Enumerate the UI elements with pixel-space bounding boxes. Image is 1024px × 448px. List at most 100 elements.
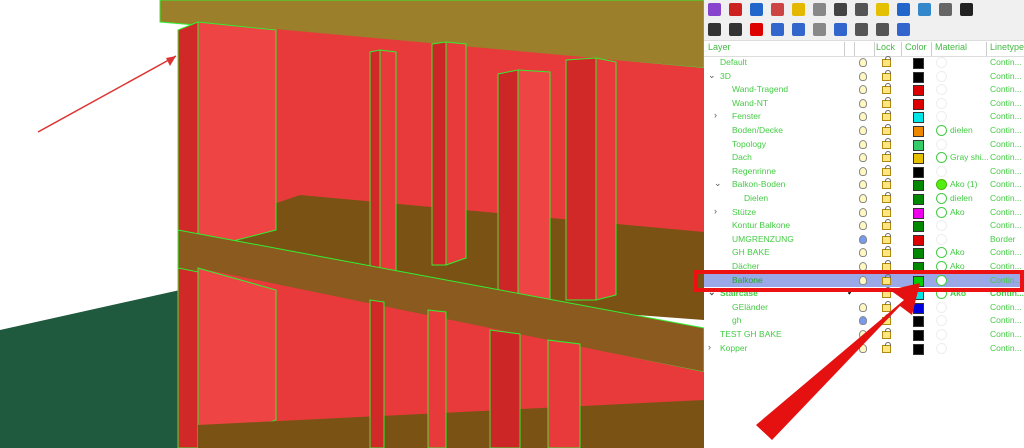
linetype-label[interactable]: Contin... — [990, 84, 1022, 94]
linetype-label[interactable]: Contin... — [990, 179, 1022, 189]
material-icon[interactable] — [936, 206, 947, 218]
material-icon[interactable] — [936, 315, 947, 327]
layer-row[interactable]: Wand-NT Contin... — [704, 96, 1024, 111]
new-sublayer-icon[interactable] — [729, 23, 742, 36]
lock-icon[interactable] — [882, 328, 891, 339]
3d-viewport[interactable] — [0, 0, 704, 448]
linetype-label[interactable]: Contin... — [990, 71, 1022, 81]
pencil-icon[interactable] — [771, 3, 784, 16]
header-linetype[interactable]: Linetype — [990, 42, 1024, 55]
lock-icon[interactable] — [882, 219, 891, 231]
color-wheel-icon[interactable] — [708, 3, 721, 16]
lock-icon[interactable] — [882, 300, 891, 312]
header-material[interactable]: Material — [935, 42, 967, 55]
linetype-label[interactable]: Contin... — [990, 152, 1022, 162]
visibility-bulb-icon[interactable] — [859, 207, 867, 217]
lock-icon[interactable] — [882, 314, 891, 326]
visibility-bulb-icon[interactable] — [859, 234, 867, 244]
material-icon[interactable] — [936, 301, 947, 313]
material-icon[interactable] — [936, 138, 947, 150]
layer-color-swatch[interactable] — [913, 71, 924, 83]
material-icon[interactable] — [936, 152, 947, 164]
linetype-label[interactable]: Contin... — [990, 139, 1022, 149]
lock-icon[interactable] — [882, 246, 891, 258]
layer-color-swatch[interactable] — [913, 194, 924, 205]
visibility-bulb-icon[interactable] — [859, 98, 867, 108]
lock-icon[interactable] — [882, 124, 891, 135]
layer-color-swatch[interactable] — [913, 180, 924, 192]
visibility-bulb-icon[interactable] — [859, 139, 867, 149]
layer-row[interactable]: ⌄ Balkon-Boden Ako (1) Contin... — [704, 178, 1024, 192]
material-icon[interactable] — [936, 233, 947, 245]
new-layer-icon[interactable] — [708, 23, 721, 36]
visibility-bulb-icon[interactable] — [859, 343, 867, 353]
layer-row[interactable]: › Fenster Contin... — [704, 110, 1024, 124]
lock-icon[interactable] — [882, 192, 891, 203]
layer-color-swatch[interactable] — [913, 207, 924, 219]
layer-row[interactable]: ⌄ 3D Contin... — [704, 69, 1024, 84]
layer-row[interactable]: TEST GH BAKE Contin... — [704, 328, 1024, 342]
visibility-bulb-icon[interactable] — [859, 221, 867, 231]
layer-row[interactable]: › Kopper Contin... — [704, 341, 1024, 356]
layer-color-swatch[interactable] — [913, 330, 924, 341]
layer-color-swatch[interactable] — [913, 166, 924, 178]
film-icon[interactable] — [939, 3, 952, 16]
header-lock[interactable]: Lock — [876, 42, 895, 55]
linetype-label[interactable]: Contin... — [990, 207, 1022, 217]
layer-row[interactable]: UMGRENZUNG Border — [704, 232, 1024, 247]
collapse-icon[interactable]: ⌄ — [708, 70, 716, 81]
layer-color-swatch[interactable] — [913, 302, 924, 314]
expand-icon[interactable]: › — [714, 206, 717, 216]
material-icon[interactable] — [936, 125, 947, 136]
lock-icon[interactable] — [882, 110, 891, 122]
visibility-bulb-icon[interactable] — [859, 248, 867, 258]
visibility-bulb-icon[interactable] — [859, 166, 867, 176]
move-down-icon[interactable] — [792, 23, 805, 36]
visibility-bulb-icon[interactable] — [859, 330, 867, 339]
layer-color-swatch[interactable] — [913, 58, 924, 69]
lock-icon[interactable] — [882, 178, 891, 190]
material-icon[interactable] — [936, 84, 947, 96]
lock-icon[interactable] — [882, 205, 891, 217]
expand-icon[interactable]: › — [708, 342, 711, 352]
material-icon[interactable] — [936, 165, 947, 177]
material-icon[interactable] — [936, 329, 947, 340]
globe-icon[interactable] — [750, 3, 763, 16]
bulb-icon[interactable] — [876, 3, 889, 16]
material-icon[interactable] — [936, 97, 947, 109]
linetype-label[interactable]: Contin... — [990, 302, 1022, 312]
linetype-label[interactable]: Contin... — [990, 220, 1022, 230]
lock-icon[interactable] — [882, 232, 891, 244]
visibility-bulb-icon[interactable] — [859, 112, 867, 122]
linetype-label[interactable]: Contin... — [990, 125, 1022, 135]
lock-icon[interactable] — [882, 96, 891, 108]
layer-color-swatch[interactable] — [913, 343, 924, 355]
material-icon[interactable] — [936, 70, 947, 82]
linetype-label[interactable]: Contin... — [990, 343, 1022, 353]
filter-icon[interactable] — [834, 23, 847, 36]
expand-icon[interactable]: › — [714, 110, 717, 120]
image-icon[interactable] — [918, 3, 931, 16]
move-up-icon[interactable] — [771, 23, 784, 36]
lock-icon[interactable] — [897, 3, 910, 16]
lock-icon[interactable] — [882, 83, 891, 95]
linetype-label[interactable]: Contin... — [990, 57, 1022, 67]
layer-row[interactable]: Wand-Tragend Contin... — [704, 83, 1024, 97]
layer-row[interactable]: Kontur Balkone Contin... — [704, 219, 1024, 233]
linetype-label[interactable]: Contin... — [990, 193, 1022, 203]
tools-icon[interactable] — [876, 23, 889, 36]
material-icon[interactable] — [936, 220, 947, 232]
delete-icon[interactable] — [750, 23, 763, 36]
layer-row[interactable]: GEländer Contin... — [704, 300, 1024, 315]
lock-icon[interactable] — [882, 341, 891, 353]
visibility-bulb-icon[interactable] — [859, 302, 867, 312]
layer-color-swatch[interactable] — [913, 139, 924, 151]
linetype-label[interactable]: Contin... — [990, 315, 1022, 325]
cylinder-icon[interactable] — [813, 3, 826, 16]
checker-icon[interactable] — [960, 3, 973, 16]
material-icon[interactable] — [936, 247, 947, 259]
lock-icon[interactable] — [882, 69, 891, 81]
layer-color-swatch[interactable] — [913, 112, 924, 124]
header-color[interactable]: Color — [905, 42, 927, 55]
visibility-bulb-icon[interactable] — [859, 58, 867, 67]
